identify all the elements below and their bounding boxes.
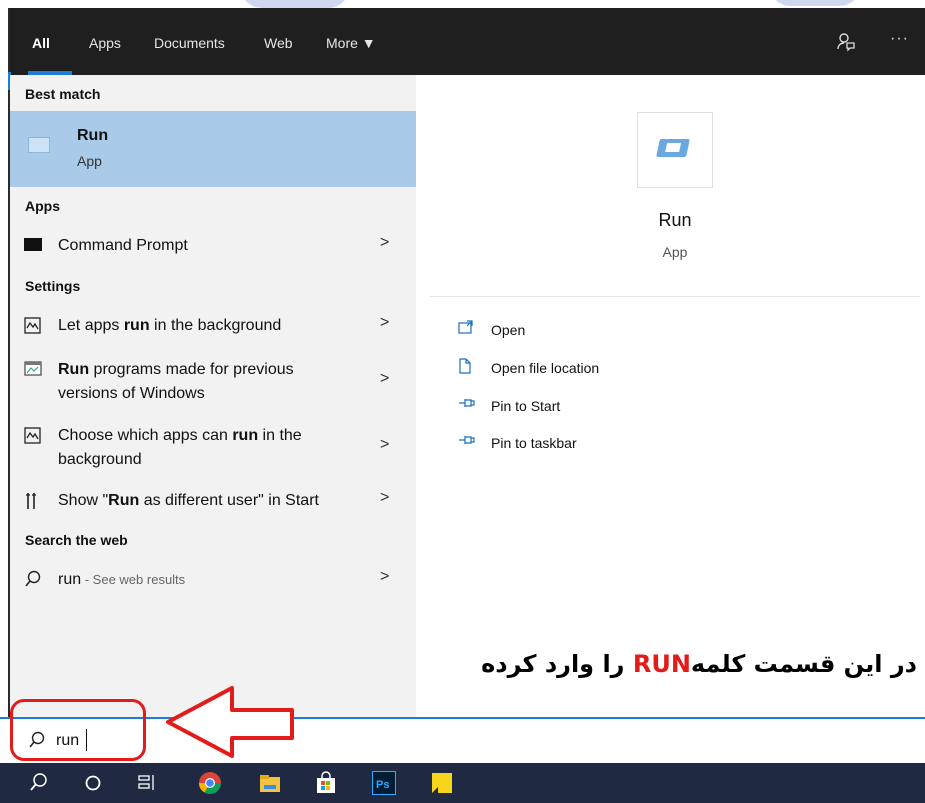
highlight-box [10, 699, 146, 761]
annotation-after: را وارد کرده [481, 650, 625, 678]
background-apps-icon [24, 427, 44, 447]
tab-more[interactable]: More ▼ [326, 35, 376, 51]
best-match-item[interactable]: Run App [10, 111, 416, 187]
setting-text-pre: Let apps [58, 317, 124, 334]
setting-text-post: in the background [149, 317, 282, 334]
pin-icon [458, 396, 476, 412]
annotation-arrow-icon [166, 686, 294, 758]
list-item-choose-apps-run[interactable]: Choose which apps can run in the backgrou… [10, 424, 416, 474]
section-apps: Apps [25, 198, 60, 214]
file-explorer-icon[interactable] [258, 771, 282, 795]
photoshop-icon[interactable]: Ps [372, 771, 396, 795]
section-settings: Settings [25, 278, 81, 294]
setting-text-post: in the [258, 427, 302, 444]
list-item-label: Command Prompt [58, 237, 188, 254]
action-label: Pin to taskbar [491, 435, 577, 451]
background-decoration [0, 0, 925, 8]
chevron-right-icon[interactable]: > [380, 568, 389, 586]
list-item-let-apps-run[interactable]: Let apps run in the background > [10, 314, 416, 340]
sticky-notes-icon[interactable] [430, 771, 454, 795]
svg-text:Ps: Ps [376, 779, 389, 791]
chevron-right-icon[interactable]: > [380, 436, 389, 454]
annotation-text: در این قسمت کلمهRUN را وارد کرده [481, 650, 917, 678]
list-item-web-search[interactable]: run - See web results > [10, 568, 416, 594]
setting-text-post: programs made for previous [89, 361, 294, 378]
best-match-subtitle: App [77, 153, 102, 169]
web-query: run [58, 571, 82, 588]
action-pin-to-taskbar[interactable]: Pin to taskbar [458, 433, 658, 455]
list-item-run-programs[interactable]: Run programs made for previous versions o… [10, 358, 416, 408]
tab-documents[interactable]: Documents [154, 35, 225, 51]
search-header: All Apps Documents Web More ▼ ··· [10, 8, 925, 75]
annotation-before: در این قسمت کلمه [690, 650, 917, 678]
setting-text-post: as different user" in Start [139, 492, 319, 509]
setting-text-line2: background [58, 451, 142, 468]
action-label: Open [491, 322, 526, 338]
setting-text-bold: run [123, 317, 150, 334]
section-search-web: Search the web [25, 532, 128, 548]
chevron-right-icon[interactable]: > [380, 234, 389, 252]
tab-all[interactable]: All [32, 35, 50, 51]
action-open-file-location[interactable]: Open file location [458, 358, 658, 380]
setting-text-bold: Run [58, 361, 90, 378]
start-settings-icon [24, 492, 44, 512]
pin-icon [458, 433, 476, 449]
action-open[interactable]: Open [458, 320, 658, 342]
section-best-match: Best match [25, 86, 101, 102]
action-label: Pin to Start [491, 398, 561, 414]
app-title: Run [658, 210, 692, 230]
compatibility-icon [24, 361, 44, 381]
preview-pane: Run App Open Open file location Pin to S… [430, 88, 920, 720]
file-location-icon [458, 358, 476, 377]
tab-apps[interactable]: Apps [89, 35, 121, 51]
app-type: App [662, 244, 688, 260]
action-label: Open file location [491, 360, 600, 376]
chevron-right-icon[interactable]: > [380, 370, 389, 388]
chevron-right-icon[interactable]: > [380, 489, 389, 507]
list-item-run-as-different-user[interactable]: Show "Run as different user" in Start > [10, 489, 416, 515]
chrome-icon[interactable] [198, 771, 222, 795]
more-options-button[interactable]: ··· [890, 30, 909, 48]
annotation-highlight: RUN [632, 650, 691, 678]
search-icon [24, 570, 44, 590]
results-list: Best match Run App Apps Command Prompt >… [10, 75, 416, 720]
task-view-icon[interactable] [136, 771, 160, 795]
setting-text-bold: run [232, 427, 259, 444]
command-prompt-icon [24, 238, 42, 251]
list-item-command-prompt[interactable]: Command Prompt > [10, 234, 416, 260]
best-match-title: Run [77, 127, 109, 144]
app-icon-frame [637, 112, 713, 188]
taskbar: Ps [0, 763, 925, 803]
cortana-icon[interactable] [82, 771, 106, 795]
tab-web[interactable]: Web [264, 35, 293, 51]
run-app-icon [28, 137, 50, 153]
setting-text-pre: Choose which apps can [58, 427, 233, 444]
setting-text-line2: versions of Windows [58, 385, 205, 402]
store-icon[interactable] [314, 771, 338, 795]
action-pin-to-start[interactable]: Pin to Start [458, 396, 658, 418]
run-app-icon [656, 139, 690, 157]
open-icon [458, 320, 476, 337]
web-results-hint: - See web results [81, 572, 186, 587]
search-icon[interactable] [28, 771, 52, 795]
feedback-icon[interactable] [836, 32, 858, 54]
chevron-right-icon[interactable]: > [380, 314, 389, 332]
app-preview: Run App [430, 88, 920, 297]
setting-text-pre: Show " [58, 492, 109, 509]
background-apps-icon [24, 317, 44, 337]
setting-text-bold: Run [108, 492, 140, 509]
